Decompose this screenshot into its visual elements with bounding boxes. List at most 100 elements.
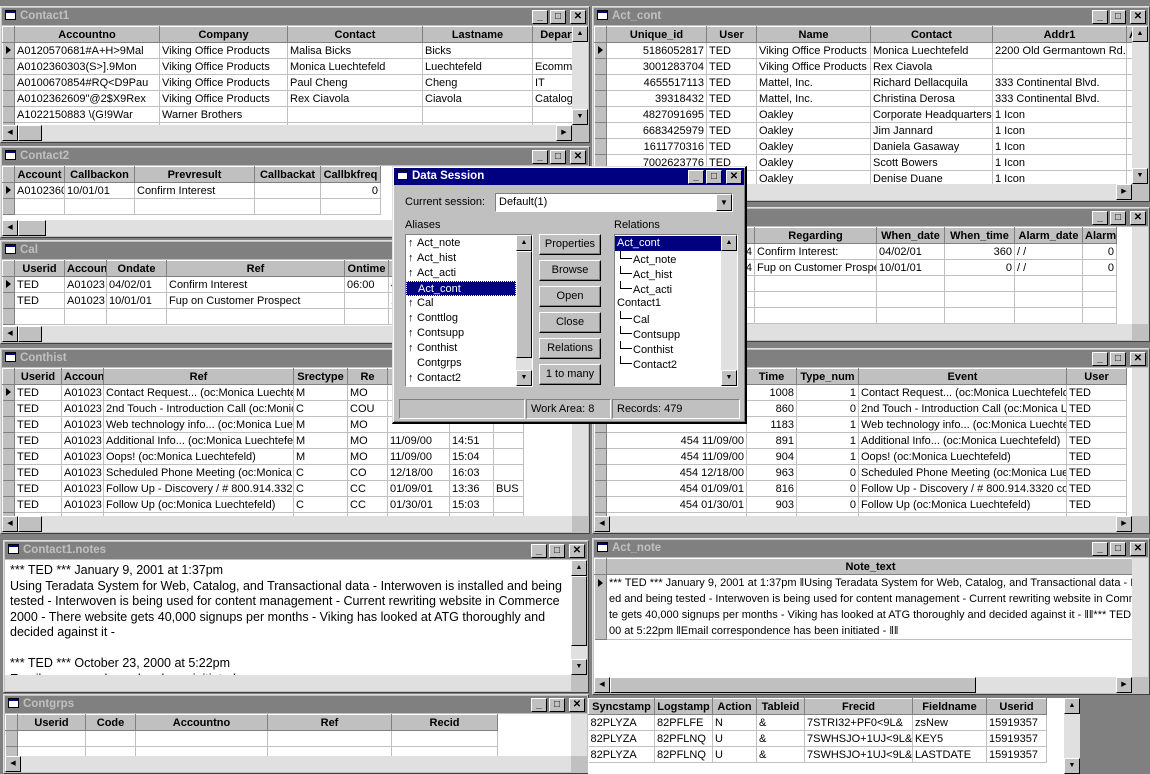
table-cell[interactable]: Oakley (756, 122, 871, 139)
scroll-arrow-icon[interactable]: ▼ (516, 370, 532, 386)
minimize-icon[interactable]: _ (1092, 542, 1108, 556)
table-cell[interactable]: Confirm Interest (166, 276, 345, 293)
table-cell[interactable]: 1 (796, 384, 859, 401)
scroll-arrow-icon[interactable]: ▼ (721, 370, 737, 386)
table-cell[interactable] (944, 307, 1015, 324)
alias-item[interactable]: ↑ Contact2 (406, 371, 516, 386)
table-row[interactable]: TED A01023 Scheduled Phone Meeting (oc:Mon… (2, 464, 524, 481)
maximize-icon[interactable]: □ (550, 10, 566, 24)
data-session-dialog[interactable]: Data Session _ □ ✕ Current session: Defaul… (392, 166, 747, 424)
table-cell[interactable] (944, 275, 1015, 292)
record-selector[interactable] (2, 448, 15, 465)
alias-item[interactable]: ↑ Contsupp (406, 326, 516, 341)
record-selector[interactable] (5, 730, 18, 747)
table-cell[interactable]: 1 (796, 416, 859, 433)
table-cell[interactable]: 10/01/01 (106, 292, 167, 309)
alias-item[interactable]: ↑ Conttlog (406, 311, 516, 326)
vertical-scrollbar[interactable]: ▲ ▼ (1132, 26, 1148, 184)
table-cell[interactable] (64, 308, 107, 325)
table-cell[interactable]: 860 (746, 400, 797, 417)
record-selector[interactable] (594, 42, 607, 59)
table-row[interactable] (5, 746, 498, 756)
table-cell[interactable]: TED (14, 464, 62, 481)
table-cell[interactable]: TED (1066, 432, 1127, 449)
column-header[interactable]: Time (746, 368, 797, 385)
table-cell[interactable]: Oakley (756, 138, 871, 155)
table-cell[interactable]: Mattel, Inc. (756, 74, 871, 91)
vertical-scrollbar[interactable] (1132, 558, 1148, 677)
table-cell[interactable]: 0 (944, 259, 1015, 276)
table-cell[interactable]: A0120570681#A+H>9Mal (14, 42, 160, 59)
table-cell[interactable] (754, 275, 877, 292)
table-cell[interactable]: 04/02/01 (106, 276, 167, 293)
table-cell[interactable]: / / (1014, 259, 1083, 276)
column-header[interactable]: When_time (944, 227, 1015, 244)
table-cell[interactable]: TED (14, 276, 65, 293)
table-cell[interactable] (135, 730, 268, 747)
horizontal-scrollbar[interactable]: ◀ (5, 756, 571, 772)
scroll-arrow-icon[interactable]: ▶ (1116, 516, 1132, 532)
table-cell[interactable] (134, 198, 255, 215)
scroll-arrow-icon[interactable]: ▼ (1064, 758, 1080, 774)
table-row[interactable]: A1022150883 \(G!9War Warner Brothers (2, 106, 572, 123)
table-cell[interactable]: CO (347, 464, 388, 481)
table-cell[interactable]: 454 12/18/00 (606, 464, 747, 481)
close-icon[interactable]: ✕ (1130, 10, 1146, 24)
title-bar[interactable]: Contact1 _ □ ✕ (2, 8, 588, 25)
table-cell[interactable]: 11/09/00 (387, 448, 450, 465)
table-row[interactable]: A0102360 10/01/01 Confirm Interest 0 (2, 182, 381, 199)
table-cell[interactable]: 16:03 (449, 464, 494, 481)
minimize-icon[interactable]: _ (531, 544, 547, 558)
scroll-arrow-icon[interactable]: ▶ (1116, 184, 1132, 200)
table-cell[interactable] (532, 42, 572, 59)
table-cell[interactable]: TED (14, 400, 62, 417)
column-header[interactable]: Type_num (796, 368, 859, 385)
column-header[interactable]: Ref (267, 714, 392, 731)
scroll-arrow-icon[interactable]: ◀ (5, 756, 21, 772)
maximize-icon[interactable]: □ (549, 698, 565, 712)
title-bar[interactable]: Act_cont _ □ ✕ (594, 8, 1148, 25)
table-cell[interactable]: A01023 (64, 292, 107, 309)
table-cell[interactable]: & (756, 746, 805, 763)
table-cell[interactable]: & (756, 730, 805, 747)
window-act-note[interactable]: Act_note _ □ ✕ Note_text *** TED *** Januar… (592, 538, 1150, 695)
table-cell[interactable] (1014, 307, 1083, 324)
record-selector[interactable] (2, 496, 15, 513)
record-selector[interactable] (2, 480, 15, 497)
table-cell[interactable]: 0 (1082, 243, 1117, 260)
close-button[interactable]: Close (539, 312, 601, 333)
table-cell[interactable]: TED (1066, 416, 1127, 433)
table-cell[interactable]: Oakley (756, 170, 871, 184)
table-cell[interactable]: Christina Derosa (870, 90, 993, 107)
title-bar[interactable]: Act_note _ □ ✕ (594, 540, 1148, 557)
vertical-scrollbar[interactable] (1132, 368, 1148, 516)
relation-item[interactable]: Conthist (615, 341, 721, 356)
table-cell[interactable]: Catalog I (532, 90, 572, 107)
table-cell[interactable]: & (756, 714, 805, 731)
record-selector[interactable] (2, 90, 15, 107)
record-selector[interactable] (2, 198, 15, 215)
minimize-icon[interactable]: _ (531, 698, 547, 712)
table-cell[interactable]: C (293, 400, 348, 417)
table-cell[interactable]: 82PLYZA (588, 730, 655, 747)
table-cell[interactable]: MO (347, 384, 388, 401)
table-row[interactable] (5, 730, 498, 747)
table-cell[interactable]: 454 11/09/00 (606, 432, 747, 449)
table-cell[interactable] (17, 730, 86, 747)
table-row[interactable]: *** TED *** January 9, 2001 at 1:37pm ‖U… (594, 574, 1132, 640)
table-cell[interactable]: 10/01/01 (64, 182, 135, 199)
window-syncwork[interactable]: Syncstamp Logstamp Action Tableid Frecid Fiel… (588, 698, 1080, 774)
table-cell[interactable]: Viking Office Products (159, 58, 288, 75)
table-row[interactable]: 4827091695 TED Oakley Corporate Headquarter… (594, 106, 1132, 123)
column-header[interactable]: Userid (986, 698, 1047, 715)
record-selector[interactable] (2, 400, 15, 417)
vertical-scrollbar[interactable]: ▲ ▼ (572, 26, 588, 125)
table-cell[interactable]: 360 (944, 243, 1015, 260)
record-selector[interactable] (2, 276, 15, 293)
open-button[interactable]: Open (539, 286, 601, 307)
table-cell[interactable]: Luechtefeld (422, 58, 533, 75)
record-selector[interactable] (594, 122, 607, 139)
dialog-title-bar[interactable]: Data Session _ □ ✕ (394, 168, 744, 185)
browse-grid[interactable]: AccountnoCompanyContactLastnameDepartmA0… (2, 26, 572, 125)
table-cell[interactable]: 1611770316 (606, 138, 707, 155)
